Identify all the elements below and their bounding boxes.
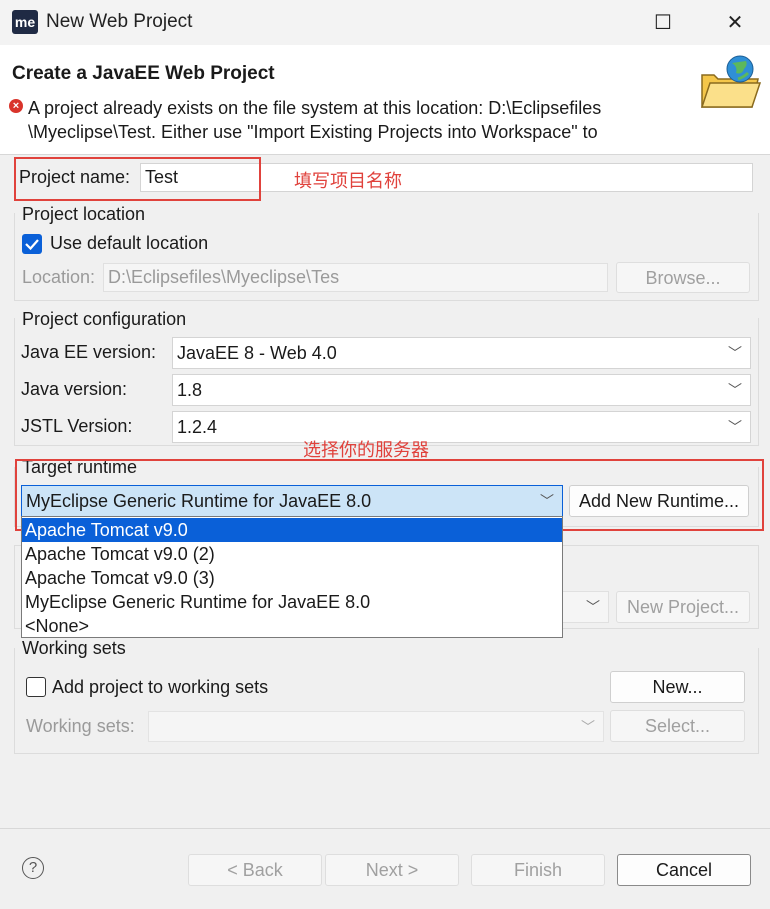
project-name-highlight bbox=[14, 157, 261, 201]
javaee-version-select[interactable]: JavaEE 8 - Web 4.0 ﹀ bbox=[172, 337, 751, 369]
select-working-sets-button[interactable]: Select... bbox=[610, 710, 745, 742]
java-version-value: 1.8 bbox=[177, 380, 203, 400]
close-window-button[interactable]: ✕ bbox=[712, 6, 758, 40]
next-button[interactable]: Next > bbox=[325, 854, 459, 886]
project-name-annotation: 填写项目名称 bbox=[294, 171, 402, 191]
maximize-button[interactable]: ☐ bbox=[640, 6, 686, 40]
close-icon: ✕ bbox=[726, 12, 744, 34]
chevron-down-icon: ﹀ bbox=[581, 719, 595, 735]
use-default-location-label: Use default location bbox=[50, 233, 209, 253]
web-project-folder-icon bbox=[700, 55, 762, 108]
location-label: Location: bbox=[22, 267, 96, 287]
myeclipse-app-icon: me bbox=[12, 10, 38, 34]
javaee-version-label: Java EE version: bbox=[21, 342, 157, 362]
window-title: New Web Project bbox=[46, 11, 193, 32]
chevron-down-icon: ﹀ bbox=[728, 345, 742, 361]
cancel-button[interactable]: Cancel bbox=[617, 854, 751, 886]
runtime-option[interactable]: <None> bbox=[22, 614, 562, 638]
javaee-version-value: JavaEE 8 - Web 4.0 bbox=[177, 343, 337, 363]
project-location-legend: Project location bbox=[22, 204, 150, 225]
back-button[interactable]: < Back bbox=[188, 854, 322, 886]
chevron-down-icon: ﹀ bbox=[728, 419, 742, 435]
new-project-button[interactable]: New Project... bbox=[616, 591, 750, 623]
add-to-working-sets-checkbox[interactable] bbox=[26, 677, 46, 697]
ear-project-select[interactable]: ﹀ bbox=[560, 591, 609, 623]
location-input[interactable]: D:\Eclipsefiles\Myeclipse\Tes bbox=[103, 263, 608, 292]
checkmark-icon bbox=[25, 239, 39, 251]
jstl-version-value: 1.2.4 bbox=[177, 417, 218, 437]
use-default-location-checkbox[interactable] bbox=[22, 234, 42, 254]
chevron-down-icon: ﹀ bbox=[728, 382, 742, 398]
project-configuration-legend: Project configuration bbox=[22, 309, 191, 330]
page-title: Create a JavaEE Web Project bbox=[12, 63, 275, 84]
runtime-option[interactable]: MyEclipse Generic Runtime for JavaEE 8.0 bbox=[22, 590, 562, 614]
add-to-working-sets-label: Add project to working sets bbox=[52, 677, 269, 697]
help-icon[interactable]: ? bbox=[22, 857, 44, 879]
new-working-set-button[interactable]: New... bbox=[610, 671, 745, 703]
working-sets-label: Working sets: bbox=[26, 716, 135, 736]
runtime-option[interactable]: Apache Tomcat v9.0 (3) bbox=[22, 566, 562, 590]
finish-button[interactable]: Finish bbox=[471, 854, 605, 886]
java-version-label: Java version: bbox=[21, 379, 128, 399]
error-message-line-1: A project already exists on the file sys… bbox=[28, 98, 602, 118]
title-bar: me New Web Project ☐ ✕ bbox=[0, 0, 770, 45]
runtime-option[interactable]: Apache Tomcat v9.0 (2) bbox=[22, 542, 562, 566]
working-sets-select[interactable]: ﹀ bbox=[148, 711, 604, 742]
wizard-footer: ? < Back Next > Finish Cancel bbox=[0, 828, 770, 909]
target-runtime-dropdown-list[interactable]: Apache Tomcat v9.0 Apache Tomcat v9.0 (2… bbox=[21, 516, 563, 638]
jstl-version-label: JSTL Version: bbox=[21, 416, 133, 436]
browse-button[interactable]: Browse... bbox=[616, 262, 750, 293]
error-message-line-2: \Myeclipse\Test. Either use "Import Exis… bbox=[28, 122, 598, 142]
chevron-down-icon: ﹀ bbox=[586, 599, 600, 615]
working-sets-legend: Working sets bbox=[22, 638, 130, 659]
error-icon: × bbox=[9, 99, 23, 113]
runtime-option[interactable]: Apache Tomcat v9.0 bbox=[22, 518, 562, 542]
wizard-header: Create a JavaEE Web Project × A project … bbox=[0, 45, 770, 155]
maximize-icon: ☐ bbox=[654, 12, 672, 34]
java-version-select[interactable]: 1.8 ﹀ bbox=[172, 374, 751, 406]
jstl-version-select[interactable]: 1.2.4 ﹀ bbox=[172, 411, 751, 443]
